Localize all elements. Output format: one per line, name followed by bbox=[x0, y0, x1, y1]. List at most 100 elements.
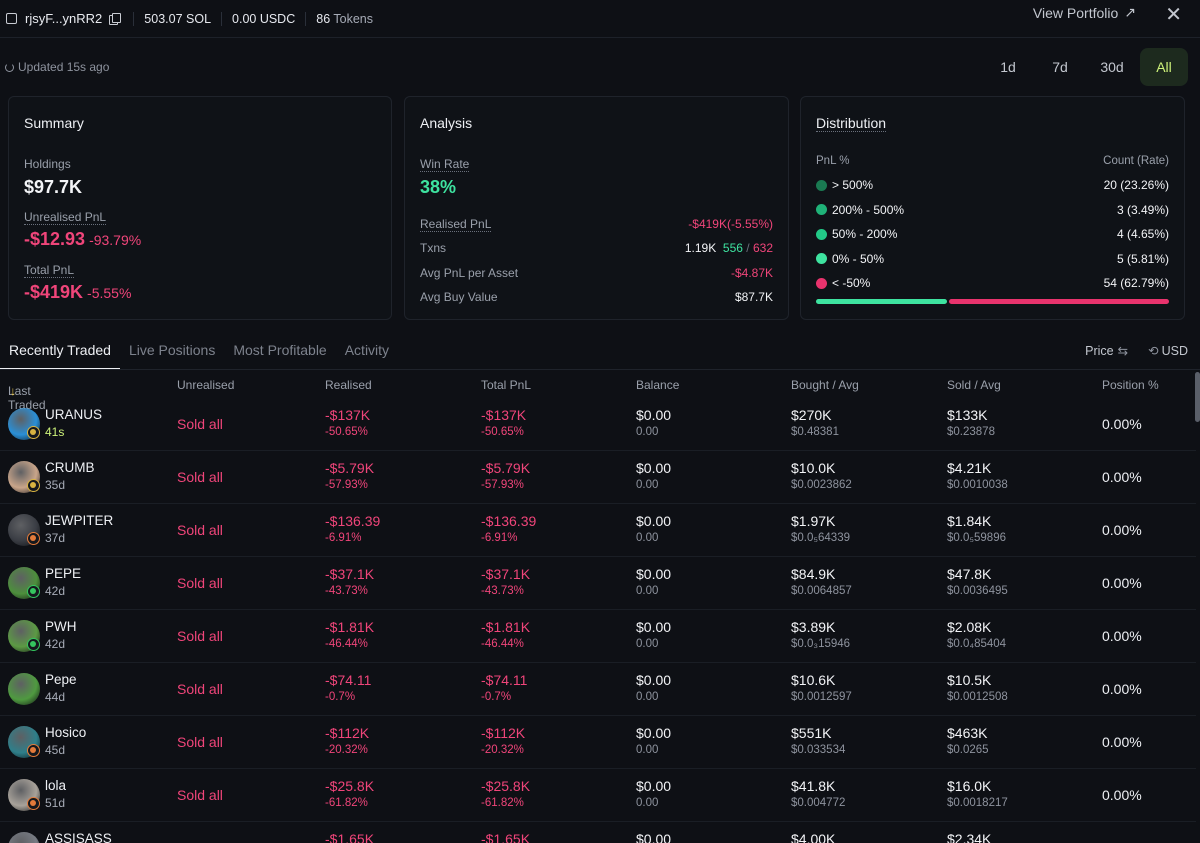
realised-pnl-row: Realised PnL -$419K(-5.55%) bbox=[420, 217, 773, 232]
col-sold-avg[interactable]: Sold / Avg bbox=[947, 378, 1001, 392]
col-realised[interactable]: Realised bbox=[325, 378, 372, 392]
table-row[interactable]: CRUMB 35d Sold all -$5.79K -57.93% -$5.79K -57… bbox=[0, 451, 1196, 504]
bought-avg: $0.0064857 bbox=[791, 585, 852, 597]
analysis-title: Analysis bbox=[420, 115, 473, 131]
balance-amount: 0.00 bbox=[636, 479, 659, 491]
total-pnl-value: -$1.65K bbox=[481, 831, 531, 843]
wallet-address[interactable]: rjsyF...ynRR2 bbox=[25, 11, 102, 26]
bought-avg: $0.0₃15946 bbox=[791, 638, 851, 650]
unrealised-value: Sold all bbox=[177, 522, 223, 538]
copy-icon[interactable] bbox=[109, 13, 122, 25]
platform-badge-icon bbox=[27, 797, 40, 810]
token-name[interactable]: CRUMB bbox=[45, 460, 95, 475]
realised-value: -$112K bbox=[325, 725, 370, 741]
token-avatar bbox=[8, 832, 40, 843]
holdings-label: Holdings bbox=[24, 157, 71, 171]
sold-value: $1.84K bbox=[947, 513, 992, 529]
table-header: Last Traded ↓ Unrealised Realised Total P… bbox=[0, 372, 1200, 412]
range-30d[interactable]: 30d bbox=[1088, 48, 1136, 86]
distribution-dot bbox=[816, 204, 827, 215]
table-row[interactable]: JEWPITER 37d Sold all -$136.39 -6.91% -$136.3… bbox=[0, 504, 1196, 557]
table-row[interactable]: PWH 42d Sold all -$1.81K -46.44% -$1.81K -46.4… bbox=[0, 610, 1196, 663]
position-pct: 0.00% bbox=[1102, 416, 1142, 432]
unrealised-value: Sold all bbox=[177, 628, 223, 644]
bought-value: $41.8K bbox=[791, 778, 836, 794]
balance-amount: 0.00 bbox=[636, 638, 659, 650]
range-7d[interactable]: 7d bbox=[1036, 48, 1084, 86]
usdc-balance: 0.00 USDC bbox=[221, 11, 305, 26]
position-pct: 0.00% bbox=[1102, 628, 1142, 644]
col-unrealised[interactable]: Unrealised bbox=[177, 378, 234, 392]
balance-value: $0.00 bbox=[636, 672, 672, 688]
bought-value: $4.00K bbox=[791, 831, 836, 843]
table-row[interactable]: lola 51d Sold all -$25.8K -61.82% -$25.8K -61.… bbox=[0, 769, 1196, 822]
table-scrollbar[interactable] bbox=[1195, 372, 1200, 422]
position-pct: 0.00% bbox=[1102, 681, 1142, 697]
total-pnl-pct: -43.73% bbox=[481, 585, 524, 597]
range-all[interactable]: All bbox=[1140, 48, 1188, 86]
table-row[interactable]: Pepe 44d Sold all -$74.11 -0.7% -$74.11 -0.7% $… bbox=[0, 663, 1196, 716]
token-name[interactable]: Pepe bbox=[45, 672, 77, 687]
col-bought-avg[interactable]: Bought / Avg bbox=[791, 378, 859, 392]
close-icon[interactable]: ✕ bbox=[1165, 2, 1182, 27]
table-row[interactable]: URANUS 41s Sold all -$137K -50.65% -$137K -50.… bbox=[0, 398, 1196, 451]
avg-pnl-label: Avg PnL per Asset bbox=[420, 266, 519, 280]
price-toggle[interactable]: Price ⇆ bbox=[1085, 343, 1128, 358]
total-pnl-pct: -50.65% bbox=[481, 426, 524, 438]
avg-buy-row: Avg Buy Value $87.7K bbox=[420, 290, 773, 304]
currency-toggle[interactable]: ⟲ USD bbox=[1148, 343, 1188, 358]
refresh-icon[interactable] bbox=[5, 62, 14, 72]
col-balance[interactable]: Balance bbox=[636, 378, 679, 392]
table-tools: Price ⇆ ⟲ USD bbox=[1085, 343, 1188, 358]
view-portfolio-link[interactable]: View Portfolio ↗ bbox=[1033, 4, 1136, 21]
token-name[interactable]: PEPE bbox=[45, 566, 81, 581]
distribution-row: < -50% 54 (62.79%) bbox=[816, 276, 1169, 290]
total-pnl: -$419K -5.55% bbox=[24, 282, 131, 303]
distribution-range: 200% - 500% bbox=[816, 203, 904, 217]
balance-value: $0.00 bbox=[636, 407, 672, 423]
unrealised-pnl-pct: -93.79% bbox=[89, 232, 142, 248]
table-row[interactable]: PEPE 42d Sold all -$37.1K -43.73% -$37.1K -43.… bbox=[0, 557, 1196, 610]
sol-balance: 503.07 SOL bbox=[133, 11, 221, 26]
token-name[interactable]: PWH bbox=[45, 619, 77, 634]
platform-badge-icon bbox=[27, 479, 40, 492]
total-pnl-pct: -20.32% bbox=[481, 744, 524, 756]
tab-most-profitable[interactable]: Most Profitable bbox=[224, 332, 335, 370]
sort-down-icon: ↓ bbox=[10, 384, 16, 398]
token-name[interactable]: URANUS bbox=[45, 407, 102, 422]
token-age: 42d bbox=[45, 584, 66, 598]
realised-pct: -43.73% bbox=[325, 585, 368, 597]
bought-value: $10.6K bbox=[791, 672, 836, 688]
token-name[interactable]: ASSISASS bbox=[45, 831, 112, 843]
range-1d[interactable]: 1d bbox=[984, 48, 1032, 86]
avg-buy-label: Avg Buy Value bbox=[420, 290, 498, 304]
distribution-dot bbox=[816, 277, 827, 289]
token-age: 44d bbox=[45, 690, 66, 704]
distribution-dot bbox=[816, 253, 827, 264]
distribution-range-label: 200% - 500% bbox=[832, 202, 905, 217]
col-total-pnl[interactable]: Total PnL bbox=[481, 378, 531, 392]
realised-pct: -20.32% bbox=[325, 744, 368, 756]
token-name[interactable]: Hosico bbox=[45, 725, 86, 740]
analysis-card: Analysis Win Rate 38% Realised PnL -$419… bbox=[404, 96, 789, 320]
token-age: 37d bbox=[45, 531, 66, 545]
table-row[interactable]: Hosico 45d Sold all -$112K -20.32% -$112K -20.… bbox=[0, 716, 1196, 769]
bought-value: $1.97K bbox=[791, 513, 836, 529]
realised-pct: -50.65% bbox=[325, 426, 368, 438]
table-row[interactable]: ASSISASS -$1.65K -$1.65K $0.00 $4.00K $2.34K bbox=[0, 822, 1196, 843]
col-position[interactable]: Position % bbox=[1102, 378, 1159, 392]
balance-amount: 0.00 bbox=[636, 585, 659, 597]
txns-buy: 556 bbox=[722, 241, 743, 255]
token-name[interactable]: JEWPITER bbox=[45, 513, 113, 528]
tab-recently-traded[interactable]: Recently Traded bbox=[0, 332, 120, 370]
bought-value: $84.9K bbox=[791, 566, 836, 582]
tab-activity[interactable]: Activity bbox=[336, 332, 398, 370]
bought-avg: $0.0012597 bbox=[791, 691, 852, 703]
distribution-row: 0% - 50% 5 (5.81%) bbox=[816, 252, 1169, 266]
bought-avg: $0.0₅64339 bbox=[791, 532, 850, 544]
token-name[interactable]: lola bbox=[45, 778, 66, 793]
realised-pct: -57.93% bbox=[325, 479, 368, 491]
distribution-range: 50% - 200% bbox=[816, 227, 897, 241]
tab-live-positions[interactable]: Live Positions bbox=[120, 332, 224, 370]
total-pnl-label-text: Total PnL bbox=[24, 263, 75, 278]
